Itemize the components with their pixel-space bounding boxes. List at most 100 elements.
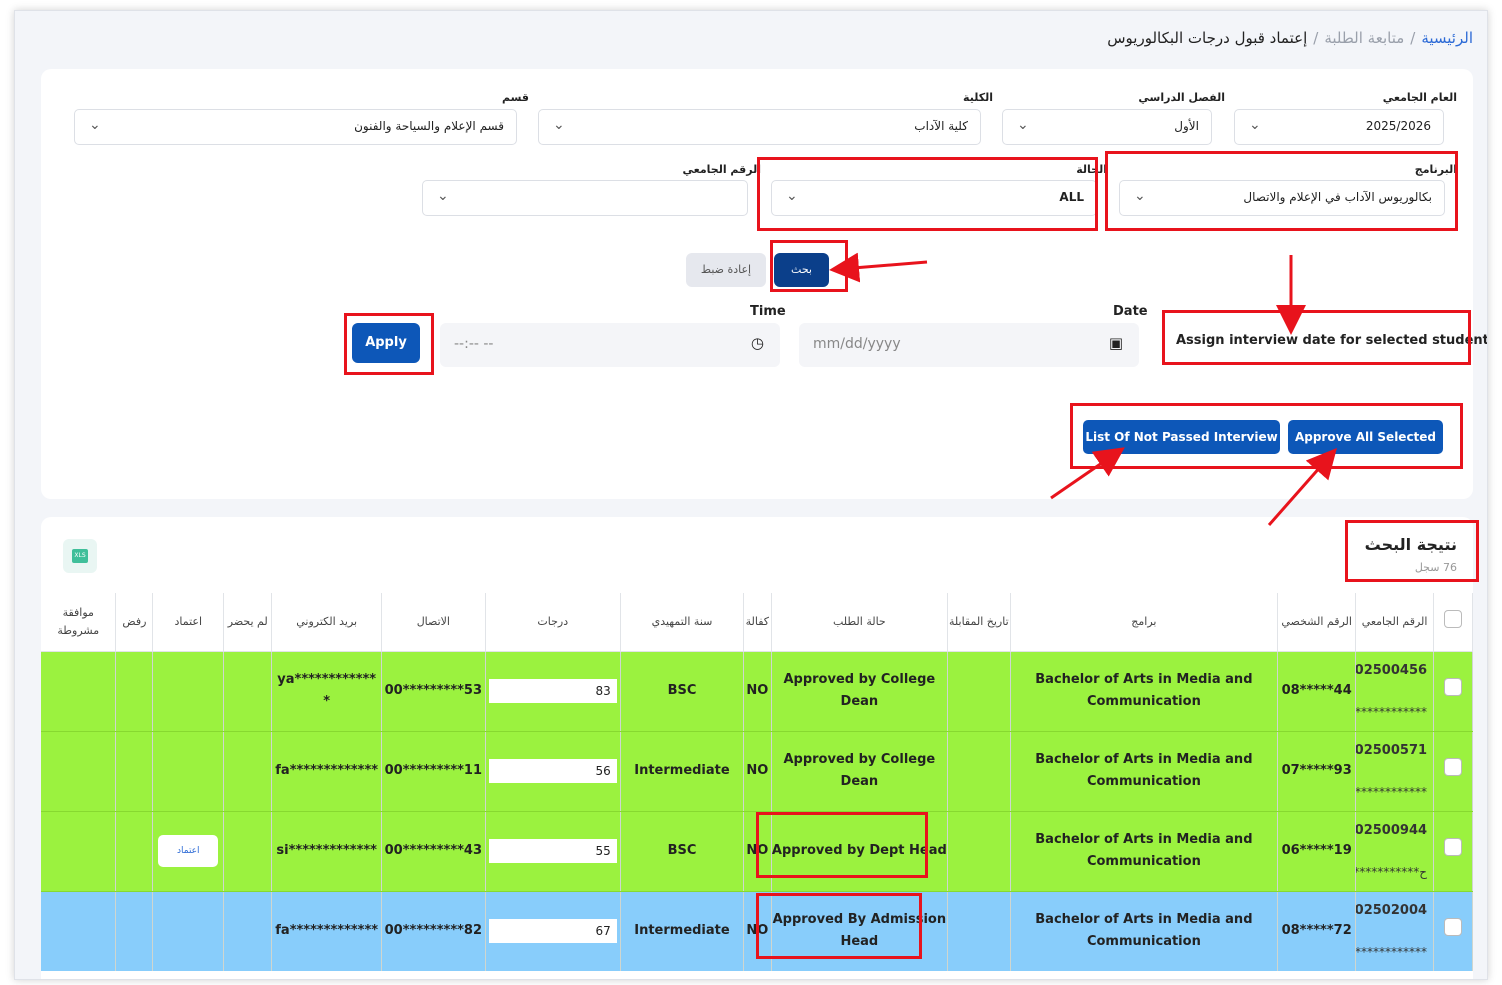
email-cell: *************si <box>271 811 383 892</box>
row-checkbox-cell[interactable] <box>1433 731 1473 812</box>
conditional-cell <box>41 811 117 892</box>
time-input[interactable]: --:-- -- ◷ <box>440 323 780 367</box>
foundation-cell: BSC <box>620 651 745 732</box>
app-frame: الرئيسية / متابعة الطلبة / إعتماد قبول درجات… <box>14 10 1488 980</box>
sponsorship-cell: NO <box>743 731 772 812</box>
academic-year-label: العام الجامعي <box>1382 91 1457 104</box>
contact-cell: 82*********00 <box>381 891 486 971</box>
header-foundation-year: سنة التمهيدي <box>620 593 745 652</box>
semester-value: الأول <box>1174 119 1199 133</box>
grade-input[interactable]: 56 <box>488 759 617 783</box>
grade-cell: 56 <box>485 731 621 812</box>
uni-id-cell: ID : 202502004 **************ق <box>1355 891 1435 971</box>
excel-export-button[interactable]: XLS <box>63 539 97 573</box>
reset-button[interactable]: إعادة ضبط <box>686 253 766 287</box>
absent-cell <box>223 651 273 732</box>
student-name: **************ق <box>1355 945 1428 960</box>
absent-cell <box>223 731 273 812</box>
date-label: Date <box>1113 304 1148 319</box>
email-cell: *************fa <box>271 891 383 971</box>
approve-cell <box>152 891 225 971</box>
header-grades: درجات <box>485 593 621 652</box>
row-checkbox[interactable] <box>1444 837 1463 856</box>
approve-row-button[interactable]: اعتماد <box>158 835 219 867</box>
contact-cell: 53*********00 <box>381 651 486 732</box>
breadcrumb-students[interactable]: متابعة الطلبة <box>1324 29 1404 47</box>
college-select[interactable]: كلية الآداب ⌄ <box>538 109 981 145</box>
contact-cell: 11*********00 <box>381 731 486 812</box>
table-header: الرقم الجامعي الرقم الشخصي برامج تاريخ ا… <box>41 593 1473 652</box>
header-request-status: حالة الطلب <box>771 593 949 652</box>
email-cell: *************fa <box>271 731 383 812</box>
student-id: ID : 202502004 <box>1356 902 1428 918</box>
row-checkbox-cell[interactable] <box>1433 811 1473 892</box>
university-id-select[interactable]: ⌄ <box>422 180 748 216</box>
academic-year-select[interactable]: 2025/2026 ⌄ <box>1234 109 1444 145</box>
chevron-down-icon: ⌄ <box>1017 117 1029 133</box>
program-cell: Bachelor of Arts in Media and Communicat… <box>1010 811 1279 892</box>
department-value: قسم الإعلام والسياحة والفنون <box>354 119 504 133</box>
header-conditional: موافقة مشروطة <box>41 593 117 652</box>
student-id: ID : 202500944 <box>1356 822 1428 838</box>
annotation-admission-head-box <box>756 893 922 959</box>
conditional-cell <box>41 731 117 812</box>
uni-id-cell: ID : 202500456 ***************ي <box>1355 651 1435 732</box>
approve-cell: اعتماد <box>152 811 225 892</box>
time-placeholder: --:-- -- <box>454 336 494 352</box>
date-input[interactable]: mm/dd/yyyy ▣ <box>799 323 1139 367</box>
row-checkbox[interactable] <box>1444 677 1463 696</box>
department-label: قسم <box>501 91 529 104</box>
excel-icon: XLS <box>72 549 88 563</box>
program-cell: Bachelor of Arts in Media and Communicat… <box>1010 891 1279 971</box>
grade-cell: 67 <box>485 891 621 971</box>
academic-year-value: 2025/2026 <box>1365 119 1431 133</box>
grade-input[interactable]: 83 <box>488 679 617 703</box>
college-label: الكلية <box>963 91 993 104</box>
conditional-cell <box>41 891 117 971</box>
chevron-down-icon: ⌄ <box>437 188 449 204</box>
page-title: إعتماد قبول درجات البكالوريوس <box>1107 29 1308 47</box>
grade-input[interactable]: 67 <box>488 919 617 943</box>
header-approve: اعتماد <box>152 593 225 652</box>
header-reject: رفض <box>115 593 154 652</box>
annotation-dept-head-box <box>756 812 928 878</box>
student-id: ID : 202500456 <box>1356 662 1428 678</box>
header-absent: لم يحضر <box>223 593 273 652</box>
grade-input[interactable]: 55 <box>488 839 617 863</box>
personal-id-cell: 93*****07 <box>1277 731 1357 812</box>
calendar-icon[interactable]: ▣ <box>1109 334 1123 352</box>
breadcrumb-home[interactable]: الرئيسية <box>1421 29 1473 47</box>
annotation-search-box <box>770 240 848 292</box>
grade-cell: 55 <box>485 811 621 892</box>
breadcrumb-separator: / <box>1313 29 1319 47</box>
time-label: Time <box>750 304 786 319</box>
approve-cell <box>152 731 225 812</box>
row-checkbox-cell[interactable] <box>1433 651 1473 732</box>
header-email: بريد الكتروني <box>271 593 383 652</box>
absent-cell <box>223 811 273 892</box>
row-checkbox-cell[interactable] <box>1433 891 1473 971</box>
student-name: *************ي <box>1355 785 1428 800</box>
annotation-program-box <box>1105 151 1458 231</box>
uni-id-cell: ID : 202500571 *************ي <box>1355 731 1435 812</box>
clock-icon[interactable]: ◷ <box>751 334 764 352</box>
header-contact: الاتصال <box>381 593 486 652</box>
department-select[interactable]: قسم الإعلام والسياحة والفنون ⌄ <box>74 109 517 145</box>
select-all-checkbox[interactable] <box>1444 609 1463 628</box>
breadcrumb-separator: / <box>1410 29 1416 47</box>
chevron-down-icon: ⌄ <box>89 117 101 133</box>
college-value: كلية الآداب <box>914 119 968 133</box>
contact-cell: 43*********00 <box>381 811 486 892</box>
program-cell: Bachelor of Arts in Media and Communicat… <box>1010 651 1279 732</box>
status-cell: Approved by College Dean <box>771 651 949 732</box>
student-id: ID : 202500571 <box>1356 742 1428 758</box>
semester-select[interactable]: الأول ⌄ <box>1002 109 1212 145</box>
annotation-status-box <box>757 157 1098 231</box>
date-placeholder: mm/dd/yyyy <box>813 336 901 352</box>
interview-date-cell <box>947 891 1011 971</box>
header-uni-id: الرقم الجامعي <box>1355 593 1435 652</box>
row-checkbox[interactable] <box>1444 757 1463 776</box>
absent-cell <box>223 891 273 971</box>
row-checkbox[interactable] <box>1444 917 1463 936</box>
header-select-all[interactable] <box>1433 593 1473 652</box>
